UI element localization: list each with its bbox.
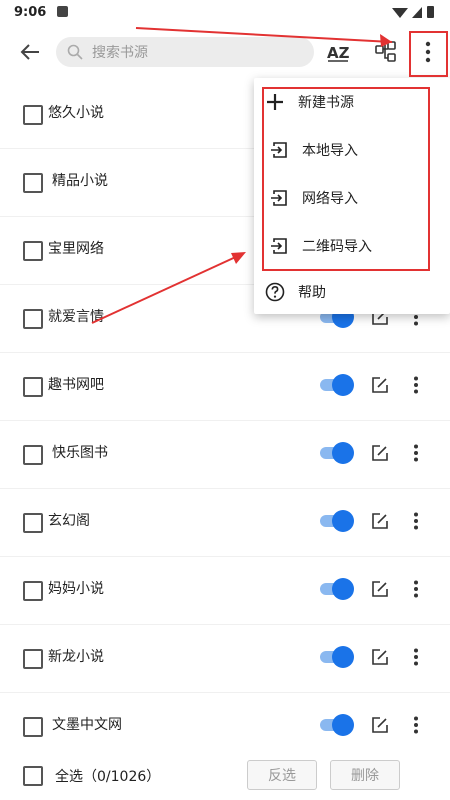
invert-selection-button[interactable]: 反选 <box>247 760 317 790</box>
select-all-checkbox[interactable] <box>23 766 43 786</box>
select-all-label[interactable]: 全选（0/1026） <box>55 766 160 786</box>
delete-button[interactable]: 删除 <box>330 760 400 790</box>
annotation-arrows <box>91 27 393 324</box>
bottom-action-bar: 全选（0/1026） 反选 删除 <box>0 752 450 800</box>
